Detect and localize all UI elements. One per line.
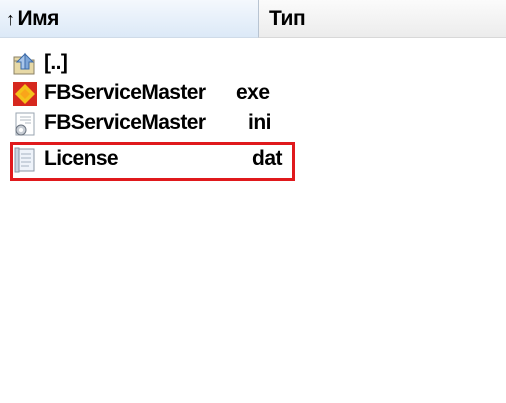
file-name: FBServiceMaster	[44, 81, 206, 104]
sort-ascending-icon: ↑	[6, 8, 15, 29]
file-name: [..]	[44, 51, 68, 74]
column-header-name[interactable]: ↑ Имя	[0, 0, 258, 38]
file-list-panel: ↑ Имя Тип [..] FBServiceMaster exe FBSer…	[0, 0, 506, 403]
ini-config-icon	[12, 111, 38, 137]
file-row-parent-dir[interactable]: [..]	[0, 48, 506, 78]
column-header-type-label: Тип	[269, 6, 306, 30]
app-exe-icon	[12, 81, 38, 107]
file-row-fbservicemaster-ini[interactable]: FBServiceMaster ini	[0, 108, 506, 138]
column-header-type[interactable]: Тип	[258, 0, 506, 38]
up-folder-icon	[12, 51, 38, 77]
column-header: ↑ Имя Тип	[0, 0, 506, 38]
highlight-box	[10, 142, 295, 181]
file-ext: ini	[248, 111, 272, 134]
file-ext: exe	[236, 81, 270, 104]
file-row-fbservicemaster-exe[interactable]: FBServiceMaster exe	[0, 78, 506, 108]
file-name: FBServiceMaster	[44, 111, 206, 134]
column-header-name-label: Имя	[17, 6, 60, 30]
